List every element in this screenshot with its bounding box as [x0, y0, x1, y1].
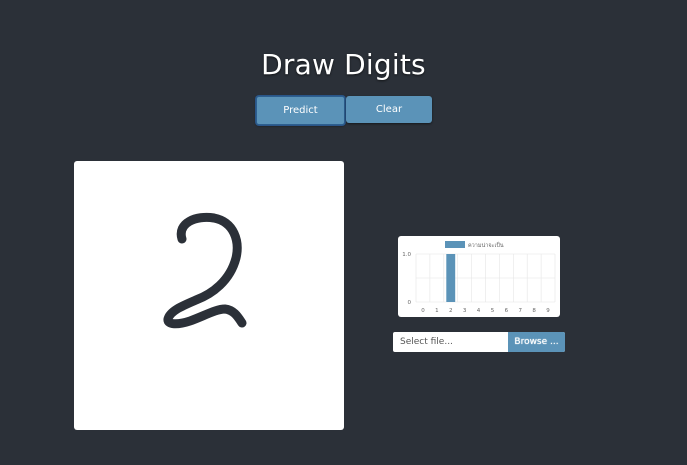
clear-button[interactable]: Clear [346, 96, 432, 123]
page-title: Draw Digits [261, 48, 426, 81]
chart-legend-swatch [445, 241, 465, 248]
chart-xtick-label: 6 [505, 308, 509, 314]
chart-xtick-label: 7 [519, 308, 523, 314]
chart-xtick-label: 0 [421, 308, 425, 314]
chart-ytick-label: 1.0 [402, 252, 411, 258]
chart-xtick-label: 8 [532, 308, 536, 314]
chart-xtick-label: 9 [546, 308, 550, 314]
predict-button[interactable]: Predict [256, 96, 345, 125]
file-placeholder: Select file... [400, 337, 453, 347]
chart-xtick-label: 5 [491, 308, 495, 314]
file-input[interactable]: Select file... Browse ... [393, 332, 565, 352]
chart-bar [446, 254, 456, 302]
chart-xtick-label: 3 [463, 308, 467, 314]
chart-xtick-label: 4 [477, 308, 481, 314]
probability-bar-chart: 1.0 0 0 1 2 3 4 5 6 7 8 9 ความน่าจะเป็น [402, 241, 556, 314]
chart-ytick-label: 0 [408, 300, 412, 306]
drawing-canvas[interactable] [74, 161, 344, 430]
browse-label: Browse ... [514, 337, 559, 347]
probability-chart: 1.0 0 0 1 2 3 4 5 6 7 8 9 ความน่าจะเป็น [398, 236, 560, 317]
drawn-digit-stroke [163, 212, 247, 329]
chart-xtick-label: 2 [449, 308, 453, 314]
browse-button[interactable]: Browse ... [508, 332, 565, 352]
chart-legend-label: ความน่าจะเป็น [468, 241, 504, 249]
chart-xtick-label: 1 [435, 308, 439, 314]
